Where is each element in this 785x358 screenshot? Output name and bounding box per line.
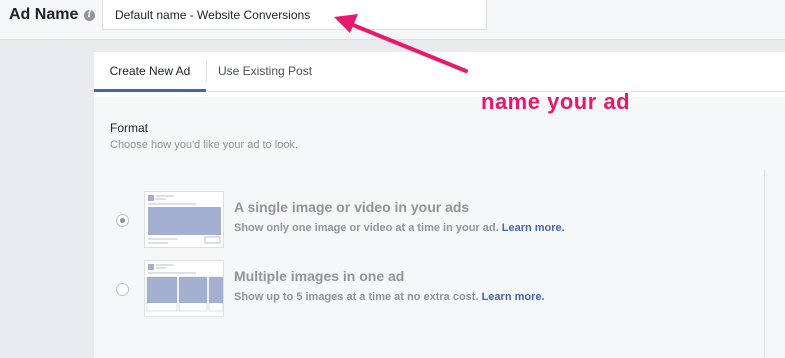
tab-create-new-ad[interactable]: Create New Ad [94, 52, 206, 92]
option-description-text: Show only one image or video at a time i… [234, 222, 499, 234]
tab-label: Use Existing Post [218, 64, 313, 78]
tab-use-existing-post[interactable]: Use Existing Post [218, 52, 328, 91]
option-title: A single image or video in your ads [234, 199, 470, 215]
info-icon[interactable]: i [84, 10, 95, 21]
tab-label: Create New Ad [109, 64, 191, 78]
option-description: Show up to 5 images at a time at no extr… [234, 291, 545, 303]
format-title: Format [110, 121, 149, 135]
format-option-single-image[interactable]: A single image or video in your ads Show… [94, 191, 754, 261]
format-option-multiple-images[interactable]: Multiple images in one ad Show up to 5 i… [94, 260, 754, 330]
ad-name-bar: Ad Name i [0, 0, 785, 40]
section-divider [764, 170, 765, 358]
ad-creative-panel: Create New Ad Use Existing Post Format C… [94, 52, 785, 358]
option-description: Show only one image or video at a time i… [234, 222, 565, 234]
option-title: Multiple images in one ad [234, 268, 405, 284]
single-image-ad-icon [144, 191, 224, 248]
format-subtitle: Choose how you'd like your ad to look. [110, 139, 298, 151]
carousel-ad-icon [144, 260, 224, 317]
format-section: Format Choose how you'd like your ad to … [94, 97, 785, 358]
creative-tabs: Create New Ad Use Existing Post [94, 52, 785, 92]
annotation-label: name your ad [481, 89, 631, 114]
option-description-text: Show up to 5 images at a time at no extr… [234, 291, 479, 303]
active-tab-indicator [94, 89, 206, 92]
tab-divider [206, 60, 207, 82]
single-image-radio[interactable] [116, 214, 129, 227]
learn-more-link[interactable]: Learn more. [502, 222, 565, 234]
learn-more-link[interactable]: Learn more. [482, 291, 545, 303]
ad-name-label: Ad Name [9, 6, 79, 23]
ad-name-input[interactable] [102, 0, 487, 30]
multiple-images-radio[interactable] [116, 283, 129, 296]
